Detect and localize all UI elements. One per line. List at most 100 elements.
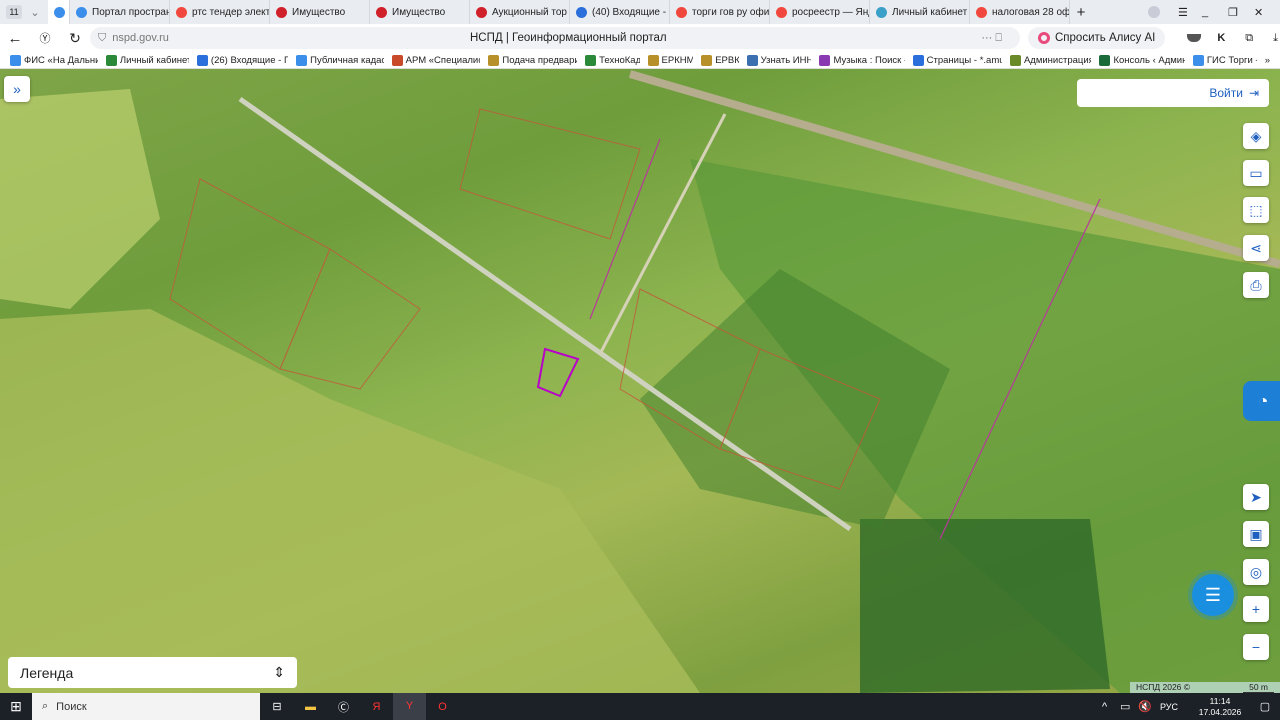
bookmark-item[interactable]: Личный кабинет [105, 54, 189, 66]
extension-icon-2[interactable]: K [1217, 32, 1225, 44]
yandex-icon[interactable]: Ⓨ [30, 30, 60, 46]
app-icon-c[interactable]: Ⓒ [327, 699, 360, 715]
yandex-browser-icon[interactable]: Y [393, 693, 426, 720]
login-button[interactable]: Войти ⇥ [1077, 79, 1269, 107]
tab-favicon [976, 6, 987, 18]
map-attribution: НСПД 2026 © 50 m [1130, 682, 1280, 693]
close-button[interactable]: ✕ [1254, 6, 1280, 19]
new-tab-button[interactable]: + [1070, 4, 1092, 21]
tab-favicon [54, 6, 65, 18]
taskbar-search[interactable]: ⌕ Поиск [32, 693, 260, 720]
clock[interactable]: 11:14 17.04.2026 [1190, 696, 1250, 718]
tab[interactable]: торги гов ру офи [670, 0, 770, 24]
bookmark-item[interactable]: ГИС Торги - [1192, 54, 1257, 66]
expand-sidebar-button[interactable]: » [4, 76, 30, 102]
tab[interactable]: Портал простран [70, 0, 170, 24]
bookmark-item[interactable]: Публичная кадас [296, 54, 384, 66]
bookmark-icon [819, 54, 831, 66]
bookmark-icon [647, 54, 659, 66]
bookmark-item[interactable]: Администрация [1009, 54, 1091, 66]
bookmark-label: Консоль ‹ Админ [1113, 54, 1185, 66]
tab-favicon [76, 6, 87, 18]
print-button[interactable]: ⎙ [1243, 272, 1269, 298]
bookmark-label: ГИС Торги - [1206, 54, 1257, 66]
tray-arrow-icon[interactable]: ^ [1102, 701, 1120, 713]
network-icon[interactable]: ▭ [1120, 700, 1138, 713]
bookmark-item[interactable]: Музыка : Поиск - [819, 54, 905, 66]
task-view-icon[interactable]: ⊟ [260, 700, 294, 713]
zoom-out-button[interactable]: − [1243, 634, 1269, 660]
minimize-button[interactable]: _ [1202, 6, 1228, 18]
locate-button[interactable]: ➤ [1243, 484, 1269, 510]
tab[interactable]: ртс тендер элект [170, 0, 270, 24]
select-area-button[interactable]: ⬚ [1243, 197, 1269, 223]
chat-button[interactable]: ☰ [1192, 574, 1234, 616]
tab[interactable]: Имущество [370, 0, 470, 24]
bookmark-item[interactable]: ТехноКад [585, 54, 640, 66]
bookmark-item[interactable]: ЕРВК [701, 54, 739, 66]
bookmark-label: Узнать ИНН [760, 54, 812, 66]
legend-dropdown[interactable]: Легенда ⇕ [8, 657, 297, 688]
tab-label: Личный кабинет [892, 6, 968, 18]
restore-button[interactable]: ❐ [1228, 6, 1254, 19]
tab-active[interactable] [48, 0, 70, 24]
zoom-in-button[interactable]: + [1243, 596, 1269, 622]
tab[interactable]: Личный кабинет [870, 0, 970, 24]
share-button[interactable]: ⋖ [1243, 235, 1269, 261]
bookmark-icon [746, 54, 758, 66]
map-canvas[interactable]: » Войти ⇥ ◈ ▭ ⬚ ⋖ ⎙ ◔ ➤ ▣ ◎ ☰ + − Легенда… [0, 69, 1280, 693]
tabs-dropdown-icon[interactable]: ⌄ [22, 6, 48, 19]
bookmark-item[interactable]: Подача предвари [488, 54, 577, 66]
volume-muted-icon[interactable]: 🔇 [1138, 700, 1160, 713]
tab[interactable]: Аукционный тор [470, 0, 570, 24]
start-button[interactable]: ⊞ [0, 698, 32, 715]
tab-count-button[interactable]: 11 [6, 5, 22, 19]
bookmark-item[interactable]: Консоль ‹ Админ [1099, 54, 1185, 66]
chat-side-button[interactable]: ◔ [1243, 381, 1280, 421]
profile-icon[interactable] [1148, 6, 1160, 18]
bookmark-item[interactable]: АРМ «Специалис [391, 54, 480, 66]
tab[interactable]: Имущество [270, 0, 370, 24]
tab-label: Аукционный тор [492, 6, 567, 18]
extensions-icon[interactable]: ⧉ [1245, 32, 1253, 45]
bookmark-item[interactable]: Узнать ИНН [746, 54, 812, 66]
login-icon: ⇥ [1248, 86, 1259, 100]
bookmark-label: ЕРВК [715, 54, 739, 66]
tab[interactable]: налоговая 28 офи [970, 0, 1070, 24]
explorer-icon[interactable]: ▬ [294, 701, 327, 713]
layers-button[interactable]: ◈ [1243, 123, 1269, 149]
back-button[interactable]: ← [0, 30, 30, 47]
tab[interactable]: росреестр — Янд [770, 0, 870, 24]
geo-button[interactable]: ◎ [1243, 559, 1269, 585]
ruler-button[interactable]: ▭ [1243, 160, 1269, 186]
yandex-app-icon[interactable]: Я [360, 701, 393, 713]
reload-button[interactable]: ↻ [60, 30, 90, 47]
tab-favicon [776, 6, 787, 18]
screen-button[interactable]: ▣ [1243, 521, 1269, 547]
tab[interactable]: (40) Входящие - I [570, 0, 670, 24]
bookmark-item[interactable]: ЕРКНМ [647, 54, 693, 66]
bookmark-icon [488, 54, 500, 66]
alice-label: Спросить Алису AI [1055, 32, 1156, 44]
bookmark-icon [1192, 54, 1204, 66]
bookmark-icon [296, 54, 308, 66]
bookmark-item[interactable]: (26) Входящие - П [196, 54, 288, 66]
notifications-icon[interactable]: ▢ [1250, 700, 1280, 713]
extension-icon[interactable] [1187, 34, 1202, 42]
bookmark-item[interactable]: ФИС «На Дальни [10, 54, 98, 66]
more-icon[interactable]: ··· ⎕ [981, 32, 1002, 45]
menu-icon[interactable]: ☰ [1178, 6, 1202, 19]
alice-button[interactable]: Спросить Алису AI [1028, 27, 1166, 49]
download-icon[interactable]: ⤓ [1273, 32, 1278, 45]
bookmarks-more-button[interactable]: » [1265, 55, 1280, 66]
opera-icon[interactable]: O [426, 701, 459, 713]
bookmark-label: ФИС «На Дальни [24, 54, 98, 66]
bookmark-icon [1009, 54, 1021, 66]
bookmark-icon [10, 54, 21, 66]
tab-label: торги гов ру офи [692, 6, 770, 18]
bookmark-item[interactable]: Страницы - *.amu [912, 54, 1002, 66]
language-indicator[interactable]: РУС [1160, 702, 1190, 712]
satellite-imagery [0, 70, 1280, 693]
url-field[interactable]: ⛉ nspd.gov.ru НСПД | Геоинформационный п… [90, 27, 1020, 49]
date: 17.04.2026 [1198, 706, 1242, 717]
